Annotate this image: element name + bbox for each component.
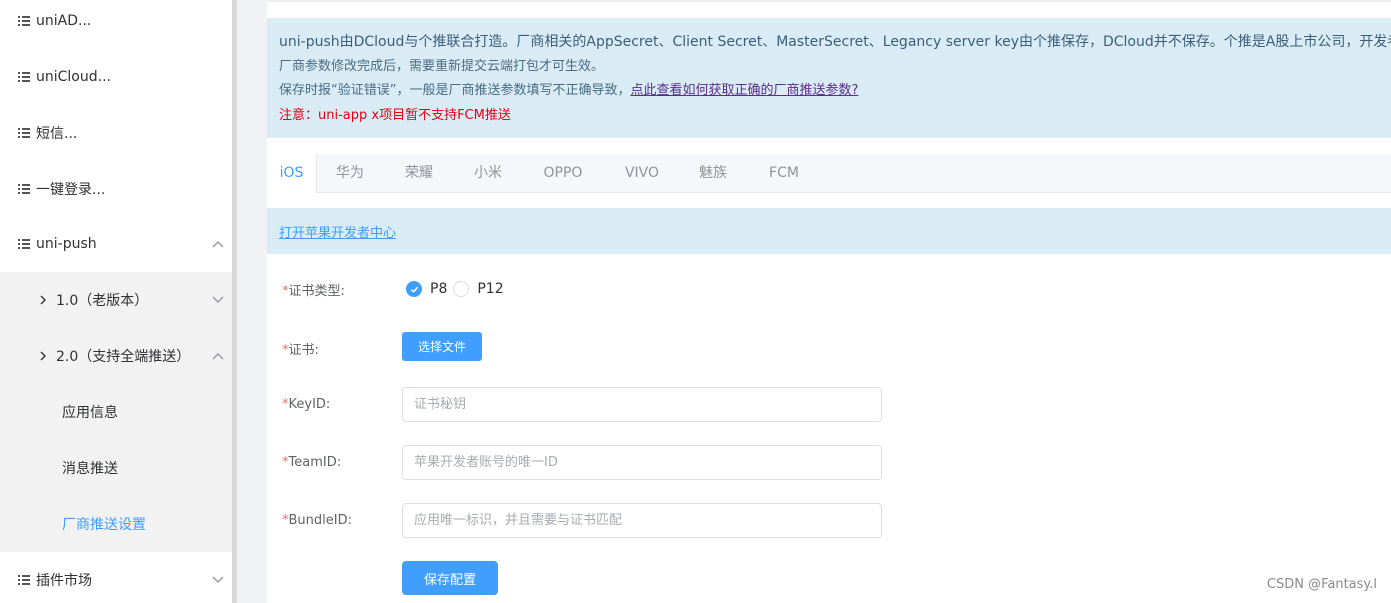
radio-label: P8: [430, 281, 448, 297]
check-icon: [410, 286, 419, 293]
teamid-label-text: TeamID:: [288, 455, 342, 470]
watermark: CSDN @Fantasy.l: [1266, 577, 1377, 592]
notice-text-prefix: 保存时报“验证错误”，一般是厂商推送参数填写不正确导致，: [279, 83, 631, 98]
keyid-label: *KeyID:: [282, 397, 330, 412]
tab-xiaomi[interactable]: 小米: [465, 154, 511, 192]
cert-label-text: 证书:: [288, 343, 319, 358]
developer-center-bar: 打开苹果开发者中心: [267, 208, 1391, 254]
sidebar-item-unicloud[interactable]: uniCloud...: [0, 49, 232, 105]
list-icon: [18, 16, 30, 26]
vendor-params-help-link[interactable]: 点此查看如何获取正确的厂商推送参数?: [630, 83, 858, 98]
notice-warning: 注意：uni-app x项目暂不支持FCM推送: [279, 107, 511, 123]
cert-type-radio-group: P8 P12: [406, 279, 510, 299]
sidebar-item-label: 厂商推送设置: [62, 517, 146, 533]
notice-text: 厂商参数修改完成后，需要重新提交云端打包才可生效。: [279, 58, 605, 74]
cert-type-label-text: 证书类型:: [288, 284, 345, 299]
sidebar-item-vendor-push-settings[interactable]: 厂商推送设置: [0, 496, 232, 552]
sidebar-item-uni-push[interactable]: uni-push: [0, 216, 232, 272]
choose-file-button[interactable]: 选择文件: [402, 332, 482, 361]
chevron-right-icon: [40, 295, 46, 305]
sidebar-item-label: 2.0（支持全端推送）: [56, 349, 191, 365]
keyid-input[interactable]: [402, 387, 882, 422]
bundleid-input[interactable]: [402, 503, 882, 538]
chevron-down-icon: [212, 576, 224, 583]
sidebar: uniAD... uniCloud... 短信... 一键登录... uni-p…: [0, 0, 232, 603]
tab-honor[interactable]: 荣耀: [396, 154, 442, 192]
bundleid-label: *BundleID:: [282, 513, 352, 528]
sidebar-item-plugin-market[interactable]: 插件市场: [0, 552, 232, 603]
sidebar-item-label: 消息推送: [62, 461, 118, 477]
list-icon: [18, 128, 30, 138]
layout-gutter: [237, 0, 267, 603]
tab-meizu[interactable]: 魅族: [690, 154, 736, 192]
sidebar-item-message-push[interactable]: 消息推送: [0, 440, 232, 496]
cert-type-radio-p8[interactable]: P8: [406, 281, 447, 297]
chevron-up-icon: [212, 353, 224, 360]
radio-unchecked-icon: [453, 281, 470, 297]
info-notice: uni-push由DCloud与个推联合打造。厂商相关的AppSecret、Cl…: [267, 18, 1391, 138]
tab-ios[interactable]: iOS: [267, 154, 317, 193]
tab-vivo[interactable]: VIVO: [619, 154, 665, 192]
list-icon: [18, 184, 30, 194]
sidebar-item-label: 应用信息: [62, 405, 118, 421]
sidebar-item-label: uniAD...: [36, 13, 92, 29]
save-config-button[interactable]: 保存配置: [402, 561, 498, 595]
tab-fcm[interactable]: FCM: [761, 154, 807, 192]
divider: [267, 0, 1391, 2]
chevron-up-icon: [212, 241, 224, 248]
sidebar-item-push-v1[interactable]: 1.0（老版本）: [0, 272, 232, 328]
sidebar-item-push-v2[interactable]: 2.0（支持全端推送）: [0, 328, 232, 384]
radio-label: P12: [477, 281, 504, 297]
list-icon: [18, 72, 30, 82]
notice-text: uni-push由DCloud与个推联合打造。厂商相关的AppSecret、Cl…: [279, 34, 1391, 50]
vendor-tabs: iOS 华为 荣耀 小米 OPPO VIVO 魅族 FCM: [267, 154, 1391, 193]
teamid-label: *TeamID:: [282, 455, 341, 470]
sidebar-item-uniad[interactable]: uniAD...: [0, 0, 232, 49]
sidebar-item-label: uni-push: [36, 236, 97, 252]
notice-text: 保存时报“验证错误”，一般是厂商推送参数填写不正确导致，点此查看如何获取正确的厂…: [279, 79, 1379, 104]
teamid-input[interactable]: [402, 445, 882, 480]
cert-type-radio-p12[interactable]: P12: [453, 281, 504, 297]
sidebar-item-label: 1.0（老版本）: [56, 293, 149, 309]
list-icon: [18, 239, 30, 249]
chevron-right-icon: [40, 351, 46, 361]
cert-type-label: *证书类型:: [282, 280, 345, 299]
sidebar-item-sms[interactable]: 短信...: [0, 105, 232, 161]
sidebar-item-label: uniCloud...: [36, 69, 111, 85]
sidebar-item-label: 短信...: [36, 126, 78, 142]
sidebar-item-app-info[interactable]: 应用信息: [0, 384, 232, 440]
sidebar-item-one-click-login[interactable]: 一键登录...: [0, 161, 232, 217]
apple-developer-center-link[interactable]: 打开苹果开发者中心: [279, 222, 396, 241]
sidebar-item-label: 插件市场: [36, 573, 92, 589]
cert-label: *证书:: [282, 339, 319, 358]
bundleid-label-text: BundleID:: [288, 513, 352, 528]
main-content: uni-push由DCloud与个推联合打造。厂商相关的AppSecret、Cl…: [267, 0, 1391, 603]
list-icon: [18, 575, 30, 585]
tab-oppo[interactable]: OPPO: [538, 154, 588, 192]
keyid-label-text: KeyID:: [288, 397, 331, 412]
tab-huawei[interactable]: 华为: [327, 154, 373, 192]
sidebar-item-label: 一键登录...: [36, 182, 106, 198]
chevron-down-icon: [212, 296, 224, 303]
radio-checked-icon: [406, 281, 422, 297]
